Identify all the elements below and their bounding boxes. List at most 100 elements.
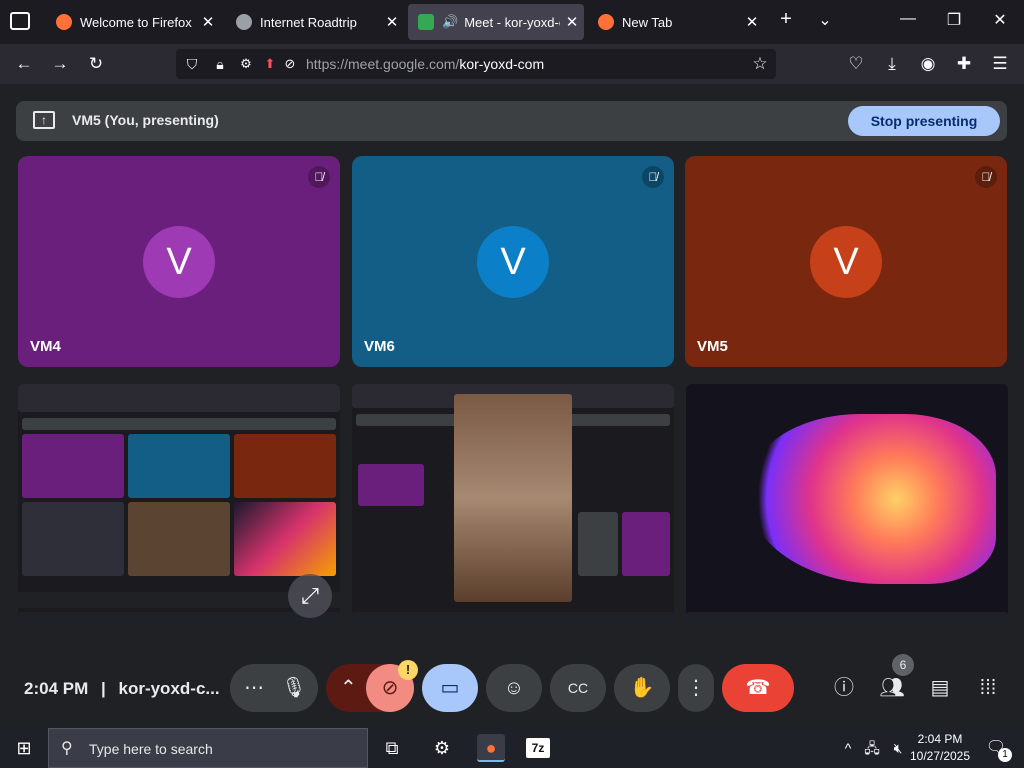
- nested-present-bar: [22, 418, 336, 430]
- nested-video-popup: [454, 394, 572, 602]
- shield-icon[interactable]: ⛉: [180, 52, 204, 76]
- tab-welcome[interactable]: Welcome to Firefox ✕: [46, 4, 220, 40]
- tab-bar: Welcome to Firefox ✕ Internet Roadtrip ✕…: [0, 0, 1024, 44]
- participant-tile-vm6[interactable]: V VM6 🎙̸: [352, 156, 674, 367]
- reactions-button[interactable]: ☺: [486, 664, 542, 712]
- pocket-icon[interactable]: ♡: [844, 52, 868, 76]
- meeting-info-icon[interactable]: ⓘ: [830, 674, 858, 702]
- video-options-chevron-icon[interactable]: ⌃: [340, 664, 357, 712]
- extensions-icon[interactable]: ✚: [952, 52, 976, 76]
- activities-icon[interactable]: ⁞⁞⁞: [974, 674, 1002, 702]
- meet-control-bar: 2:04 PM | kor-yoxd-c... ⋯ 🎙 ⌃ ⊘ ! ▭ ☺ CC…: [0, 644, 1024, 728]
- shared-screen-tile-1[interactable]: ⤢: [18, 384, 340, 626]
- windows-start-icon[interactable]: ⊞: [10, 734, 38, 762]
- nested-taskbar: [352, 612, 674, 626]
- lock-icon[interactable]: 🔒︎: [208, 52, 232, 76]
- nested-tile-purple: [22, 434, 124, 498]
- participant-tile-vm5[interactable]: V VM5 🎙̸: [685, 156, 1007, 367]
- close-tab-icon[interactable]: ✕: [740, 13, 764, 31]
- captions-button[interactable]: CC: [550, 664, 606, 712]
- taskbar-date: 10/27/2025: [909, 749, 971, 763]
- nested-screen-2: [128, 502, 230, 576]
- bookmark-star-icon[interactable]: ☆: [748, 52, 772, 76]
- shared-screen-tile-2[interactable]: [352, 384, 674, 626]
- tab-overview-icon[interactable]: [10, 12, 30, 30]
- presenting-label: VM5 (You, presenting): [72, 112, 219, 128]
- stop-presenting-button[interactable]: Stop presenting: [848, 106, 1000, 136]
- search-placeholder: Type here to search: [89, 741, 213, 757]
- taskbar-clock[interactable]: 2:04 PM 10/27/2025: [908, 731, 972, 765]
- taskbar-time: 2:04 PM: [917, 732, 963, 746]
- nested-taskbar: [686, 612, 1008, 626]
- speaker-icon[interactable]: 🔊: [442, 14, 458, 30]
- meet-page: ↑ VM5 (You, presenting) Stop presenting …: [0, 84, 1024, 728]
- people-icon[interactable]: 👥︎: [878, 674, 906, 702]
- present-screen-icon: ↑: [33, 111, 55, 129]
- participant-tile-vm4[interactable]: V VM4 🎙̸: [18, 156, 340, 367]
- firefox-icon: [56, 14, 72, 30]
- presenting-banner: ↑ VM5 (You, presenting) Stop presenting: [16, 101, 1007, 141]
- tab-meet[interactable]: 🔊 Meet - kor-yoxd-com ✕: [408, 4, 584, 40]
- menu-icon[interactable]: ☰: [988, 52, 1012, 76]
- avatar: V: [143, 226, 215, 298]
- 7zip-icon[interactable]: 7z: [526, 738, 550, 758]
- mic-muted-icon: 🎙̸: [975, 166, 997, 188]
- minimize-icon[interactable]: —: [898, 10, 918, 28]
- forward-icon[interactable]: →: [48, 52, 72, 76]
- nested-tab-strip: [18, 384, 340, 412]
- firefox-icon: [598, 14, 614, 30]
- nested-tile-orange: [234, 434, 336, 498]
- camera-blocked-icon[interactable]: ⊘: [278, 52, 302, 76]
- expand-icon[interactable]: ⤢: [288, 574, 332, 618]
- raise-hand-button[interactable]: ✋: [614, 664, 670, 712]
- back-icon[interactable]: ←: [12, 52, 36, 76]
- network-icon[interactable]: 🖧︎: [858, 734, 886, 762]
- nav-bar: ← → ↻ ⛉ 🔒︎ ⚙ ⬆ ⊘ https://meet.google.com…: [0, 44, 1024, 84]
- nested-taskbar: [18, 612, 340, 626]
- account-icon[interactable]: ◉: [916, 52, 940, 76]
- maximize-icon[interactable]: ❐: [944, 10, 964, 30]
- tab-internet-roadtrip[interactable]: Internet Roadtrip ✕: [226, 4, 404, 40]
- nested-tile-purple: [358, 464, 424, 506]
- leave-call-button[interactable]: ☎: [722, 664, 794, 712]
- web-icon: [236, 14, 252, 30]
- search-icon: ⚲: [61, 740, 73, 757]
- mic-muted-icon: 🎙̸: [642, 166, 664, 188]
- more-options-button[interactable]: ⋮: [678, 664, 714, 712]
- nested-tile-purple-small: [622, 512, 670, 576]
- new-tab-icon[interactable]: +: [776, 8, 796, 31]
- avatar: V: [477, 226, 549, 298]
- url-text: https://meet.google.com/kor-yoxd-com: [306, 56, 545, 72]
- download-icon[interactable]: ⤓: [880, 52, 904, 76]
- close-tab-icon[interactable]: ✕: [560, 13, 584, 31]
- audio-settings-group: ⋯ 🎙: [230, 664, 318, 712]
- notification-count-badge: 1: [998, 748, 1012, 762]
- meeting-code: kor-yoxd-c...: [118, 679, 220, 698]
- mic-muted-icon: 🎙̸: [308, 166, 330, 188]
- url-bar[interactable]: ⛉ 🔒︎ ⚙ ⬆ ⊘ https://meet.google.com/kor-y…: [176, 49, 776, 79]
- close-tab-icon[interactable]: ✕: [196, 13, 220, 31]
- tab-list-chevron-icon[interactable]: ⌄: [815, 10, 835, 30]
- people-count-badge: 6: [892, 654, 914, 676]
- more-audio-options-icon[interactable]: ⋯: [244, 664, 264, 712]
- close-window-icon[interactable]: ✕: [990, 10, 1010, 30]
- settings-icon[interactable]: ⚙: [428, 734, 456, 762]
- firefox-taskbar-icon[interactable]: ●: [477, 734, 505, 762]
- taskbar-search-box[interactable]: ⚲ Type here to search: [48, 728, 368, 768]
- nested-tile-blue: [578, 512, 618, 576]
- task-view-icon[interactable]: ⧉: [378, 734, 406, 762]
- meeting-time: 2:04 PM: [24, 679, 89, 698]
- close-tab-icon[interactable]: ✕: [380, 13, 404, 31]
- nested-tile-blue: [128, 434, 230, 498]
- desktop-icons-column: [688, 388, 708, 598]
- tab-title: Welcome to Firefox: [80, 14, 192, 30]
- tab-title: New Tab: [622, 14, 673, 30]
- chat-icon[interactable]: ▤: [926, 674, 954, 702]
- present-now-button[interactable]: ▭: [422, 664, 478, 712]
- permissions-icon[interactable]: ⚙: [234, 52, 258, 76]
- tab-new[interactable]: New Tab ✕: [588, 4, 764, 40]
- shared-screen-tile-3[interactable]: [686, 384, 1008, 626]
- reload-icon[interactable]: ↻: [84, 52, 108, 76]
- mic-button[interactable]: 🎙: [270, 664, 318, 712]
- windows-taskbar: ⊞ ⚲ Type here to search ⧉ ⚙ ● 7z ^ 🖧︎ 🔇︎…: [0, 728, 1024, 768]
